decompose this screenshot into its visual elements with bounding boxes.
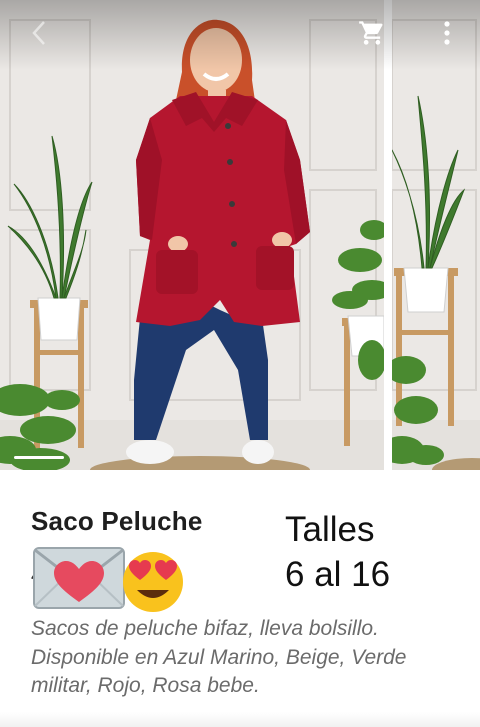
product-photo-next[interactable] — [392, 0, 480, 470]
sizes-label: Talles — [285, 510, 375, 549]
slide-gap — [384, 0, 392, 470]
description-line-2: Disponible en Azul Marino, Beige, Verde — [31, 645, 407, 669]
image-gallery[interactable] — [0, 0, 480, 470]
product-photo-main[interactable] — [0, 0, 384, 470]
bottom-edge-shade — [0, 712, 480, 727]
gallery-position-indicator — [14, 456, 64, 459]
description-line-1: Sacos de peluche bifaz, lleva bolsillo. — [31, 617, 379, 640]
chevron-left-icon — [32, 21, 45, 45]
heart-eyes-emoji-icon — [123, 552, 183, 612]
shopping-cart-icon — [359, 21, 383, 45]
post-title: Saco Peluche — [31, 506, 203, 536]
description-line-3: militar, Rojo, Rosa bebe. — [31, 674, 260, 697]
sizes-text: Talles 6 al 16 — [285, 507, 390, 597]
sizes-range: 6 al 16 — [285, 555, 391, 594]
emoji-row — [32, 544, 192, 614]
back-button[interactable] — [24, 18, 54, 48]
love-letter-emoji-icon — [33, 547, 125, 609]
more-options-button[interactable] — [434, 17, 460, 49]
cart-button[interactable] — [356, 17, 388, 49]
more-vert-icon — [444, 21, 450, 45]
post-description: Sacos de peluche bifaz, lleva bolsillo. … — [31, 615, 461, 701]
